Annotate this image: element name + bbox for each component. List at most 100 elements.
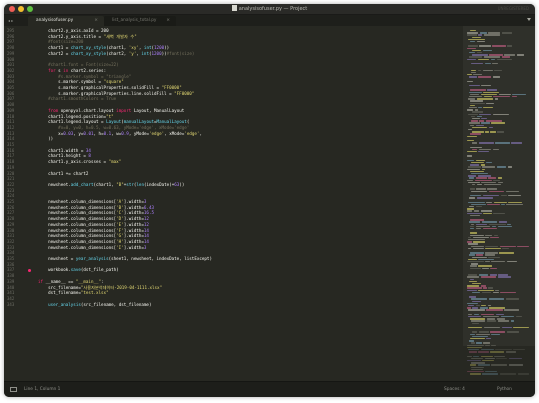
minimap-line [490, 236, 499, 239]
minimap-line [505, 351, 516, 353]
minimap-line [471, 366, 484, 368]
minimap-line [483, 34, 501, 36]
minimap-line [472, 307, 479, 309]
minimap-line [499, 373, 517, 375]
tab-analysisofuser[interactable]: analysisofuser.py × [28, 16, 104, 26]
minimap-line [471, 368, 483, 371]
minimap-line [475, 223, 488, 225]
minimap-line [472, 54, 488, 56]
code-view[interactable]: chart2.y_axis.axId = 200 chart2.y_axis.t… [38, 26, 458, 381]
editor-area[interactable]: 295 296 297 298 299 300 301 302 303 304 305 306 307 3… [4, 26, 535, 381]
minimap-line [469, 296, 476, 298]
code-line[interactable]: chart1 += chart2 [38, 171, 88, 177]
minimap-line [477, 58, 490, 60]
minimap[interactable] [463, 26, 535, 381]
code-line[interactable]: newsheet.column_dimensions['I'].width=3 [38, 245, 146, 251]
minimap-line [467, 109, 474, 111]
code-line[interactable]: user_analysis(src_filename, dst_filename… [38, 302, 151, 308]
minimap-line [483, 91, 500, 93]
tab-nav-arrows-icon[interactable]: ◂ ▸ [8, 15, 26, 26]
minimap-line [496, 166, 507, 168]
minimap-line [468, 45, 478, 47]
minimap-line [475, 159, 486, 162]
tab-label: analysisofuser.py [36, 18, 74, 23]
minimap-line [469, 254, 475, 256]
minimap-line [483, 212, 492, 214]
indentation-setting[interactable]: Spaces: 4 [444, 382, 465, 397]
minimap-line [471, 203, 486, 206]
code-line[interactable]: newsheet.add_chart(chart1, "B"+str(len(i… [38, 182, 184, 188]
minimap-line [477, 364, 490, 366]
minimap-line [470, 146, 482, 148]
minimap-line [473, 210, 480, 212]
minimap-line [478, 258, 495, 261]
minimap-line [472, 331, 477, 333]
minimap-line [467, 287, 482, 289]
minimap-line [488, 256, 500, 258]
minimap-line [472, 111, 483, 113]
code-line[interactable]: newsheet = year_analysis(sheet1, newshee… [38, 256, 212, 262]
minimap-line [468, 38, 485, 41]
minimap-line [485, 120, 503, 122]
minimap-line [468, 175, 477, 177]
minimap-line [472, 300, 482, 302]
minimap-line [472, 148, 477, 151]
minimap-line [487, 188, 498, 190]
tab-list-analysis-total[interactable]: list_analysis_total.py × [104, 16, 176, 26]
minimap-line [507, 45, 513, 47]
editor-window: analysisofuser.py — Project UNREGISTERED… [4, 4, 535, 397]
tab-close-icon[interactable]: × [94, 16, 98, 26]
panel-toggle-icon[interactable] [10, 387, 17, 392]
minimap-line [478, 331, 489, 333]
minimap-line [470, 214, 480, 217]
tab-close-icon[interactable]: × [166, 16, 170, 26]
breakpoint-marker-icon[interactable] [28, 268, 31, 272]
minimap-line [484, 254, 496, 256]
minimap-line [506, 331, 519, 333]
minimap-line [468, 166, 481, 168]
file-icon [231, 5, 237, 11]
tab-overflow-menu-icon[interactable] [527, 18, 531, 21]
code-line[interactable]: #chart1.smoothColors = True [38, 96, 116, 102]
minimap-line [487, 89, 497, 91]
code-line[interactable]: chart2 = chart_xy_style(chart2, 'y', int… [38, 51, 194, 57]
minimap-line [470, 188, 475, 190]
code-line[interactable]: workbook.save(dst_file_path) [38, 267, 119, 273]
minimap-line [470, 104, 476, 107]
minimap-line [482, 166, 496, 168]
minimap-line [479, 120, 485, 122]
minimap-line [467, 302, 479, 305]
minimap-line [488, 190, 505, 192]
minimap-line [497, 276, 511, 278]
minimap-line [467, 285, 480, 287]
minimap-line [467, 159, 475, 162]
code-line[interactable]: )) [38, 136, 53, 142]
minimap-line [517, 373, 529, 375]
minimap-line [490, 131, 496, 133]
minimap-line [470, 219, 485, 221]
minimap-line [468, 309, 485, 311]
code-line[interactable]: x=0.03, y=0.01, h=0.1, w=0.9, yMode='edg… [38, 131, 202, 137]
minimap-line [508, 357, 522, 360]
minimap-line [478, 142, 494, 144]
minimap-line [472, 236, 489, 239]
minimap-line [480, 349, 494, 351]
code-line[interactable]: chart1.y_axis.crosses = "max" [38, 159, 121, 165]
code-line[interactable]: dst_filename="test.xlsx" [38, 290, 109, 296]
minimap-line [471, 298, 488, 300]
minimap-line [494, 355, 505, 357]
minimap-line [467, 344, 484, 346]
minimap-line [469, 177, 475, 179]
minimap-line [474, 109, 479, 111]
minimap-line [493, 212, 506, 214]
minimap-line [516, 54, 525, 56]
minimap-line [492, 148, 500, 151]
minimap-line [470, 232, 478, 234]
minimap-line [480, 285, 487, 287]
minimap-line [485, 344, 490, 346]
minimap-line [507, 223, 512, 225]
minimap-line [480, 164, 486, 166]
minimap-line [476, 197, 493, 199]
syntax-selector[interactable]: Python [497, 382, 512, 397]
minimap-line [476, 333, 490, 335]
